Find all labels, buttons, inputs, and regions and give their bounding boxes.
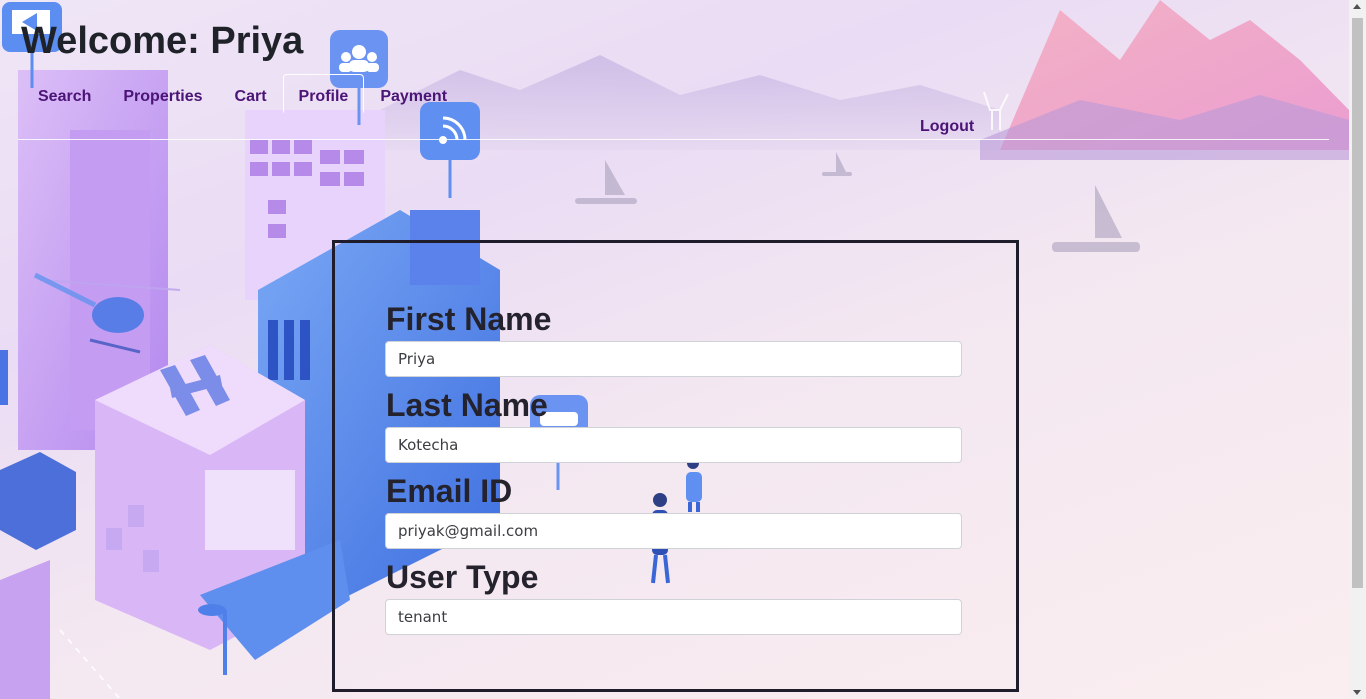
scroll-down-icon[interactable] [1353,690,1361,695]
scrollbar-thumb[interactable] [1352,18,1363,588]
nav-properties[interactable]: Properties [107,74,218,113]
user-name: Priya [210,20,304,62]
first-name-field[interactable] [385,341,962,377]
profile-form: First Name Last Name Email ID User Type [332,240,1019,692]
welcome-heading: Welcome: Priya [21,20,303,63]
main-nav: Search Properties Cart Profile Payment [22,74,463,113]
user-type-label: User Type [386,559,539,595]
user-type-field[interactable] [385,599,962,635]
email-id-field[interactable] [385,513,962,549]
sailboat-illustration [575,152,1140,252]
nav-payment[interactable]: Payment [364,74,463,113]
wifi-icon [420,102,480,198]
nav-profile[interactable]: Profile [282,74,365,113]
nav-cart[interactable]: Cart [219,74,283,113]
header-divider [18,139,1329,140]
email-id-label: Email ID [386,473,513,509]
last-name-field[interactable] [385,427,962,463]
nav-search[interactable]: Search [22,74,107,113]
page-scrollbar[interactable] [1349,0,1366,699]
logout-link[interactable]: Logout [920,118,974,136]
scroll-up-icon[interactable] [1353,4,1361,9]
first-name-label: First Name [386,301,552,337]
last-name-label: Last Name [386,387,548,423]
welcome-prefix: Welcome: [21,20,200,62]
